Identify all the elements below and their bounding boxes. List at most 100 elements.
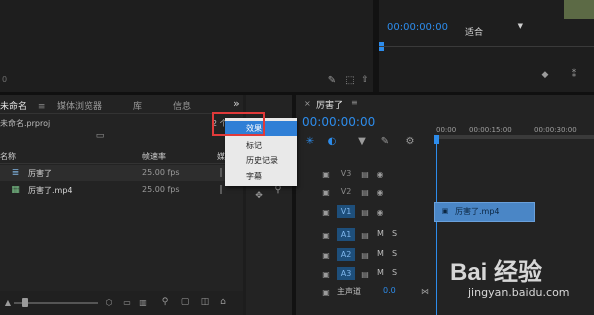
solo-button[interactable]: S: [392, 268, 397, 277]
sequence-tab[interactable]: 厉害了: [316, 98, 343, 111]
source-time-readout: 0: [2, 75, 8, 84]
work-area-bar[interactable]: [434, 135, 594, 139]
track-label[interactable]: A2: [337, 248, 355, 261]
clip-label: 厉害了.mp4: [455, 207, 500, 216]
marker-icon[interactable]: ◆: [540, 70, 550, 80]
solo-button[interactable]: S: [392, 229, 397, 238]
lock-icon[interactable]: ▣: [322, 287, 330, 297]
item-name: 厉害了.mp4: [28, 186, 73, 195]
settings-wrench-icon[interactable]: ✎: [326, 74, 338, 86]
solo-button[interactable]: S: [392, 249, 397, 258]
header-name[interactable]: 名称: [0, 151, 16, 162]
new-bin-icon[interactable]: ▢: [180, 297, 190, 307]
eye-icon[interactable]: ◉: [375, 207, 385, 217]
new-item-icon[interactable]: ◫: [200, 297, 210, 307]
timeline-timecode[interactable]: 00:00:00:00: [302, 115, 375, 129]
source-monitor: 0 ✎ ⬚ ⇧: [0, 0, 373, 92]
fit-dropdown[interactable]: 适合 ▼: [465, 20, 527, 38]
selection-tool-icon[interactable]: ✥: [254, 191, 264, 201]
search-icon[interactable]: ⚲: [160, 297, 170, 307]
tab-media-browser[interactable]: 媒体浏览器: [57, 99, 102, 112]
add-marker-icon[interactable]: ▼: [356, 135, 368, 147]
ruler-label: 00:00:30:00: [534, 126, 577, 134]
sync-lock-icon[interactable]: ▤: [360, 187, 370, 197]
settings-icon[interactable]: ⁑: [569, 70, 579, 80]
project-file-name: 未命名.prproj: [0, 119, 51, 128]
trash-icon[interactable]: ⌂: [218, 297, 228, 307]
sequence-menu-icon[interactable]: ≡: [351, 98, 358, 107]
sync-lock-icon[interactable]: ▤: [360, 169, 370, 179]
eye-icon[interactable]: ◉: [375, 187, 385, 197]
master-value[interactable]: 0.0: [383, 286, 396, 295]
sync-lock-icon[interactable]: ▤: [360, 250, 370, 260]
timeline-settings-icon[interactable]: ✎: [379, 135, 391, 147]
icon-view-icon[interactable]: ▭: [122, 297, 132, 307]
watermark-brand: Bai 经验: [450, 259, 543, 286]
lock-icon[interactable]: ▣: [322, 250, 330, 260]
header-more[interactable]: 媒: [217, 151, 225, 162]
master-label: 主声道: [337, 287, 361, 296]
go-to-end-icon[interactable]: ⋈: [420, 286, 430, 296]
overflow-chevron[interactable]: »: [233, 97, 240, 110]
item-fps: 25.00 fps: [142, 168, 180, 177]
menu-icon: ≡: [37, 102, 46, 112]
lock-icon[interactable]: ▣: [322, 269, 330, 279]
highlight-box: [212, 112, 265, 136]
mute-button[interactable]: M: [377, 249, 384, 258]
export-frame-icon[interactable]: ⬚: [344, 74, 356, 86]
snap-icon[interactable]: ✳: [304, 135, 316, 147]
tab-libraries[interactable]: 库: [133, 99, 142, 112]
item-name: 厉害了: [28, 169, 52, 178]
fit-dropdown-value: 适合: [465, 28, 484, 38]
track-header-column: [316, 160, 432, 315]
close-icon[interactable]: ×: [304, 99, 311, 108]
program-thumbnail: [564, 0, 594, 19]
ruler-label: 00:00:15:00: [469, 126, 512, 134]
zoom-slider-thumb[interactable]: [22, 298, 28, 307]
list-item[interactable]: ▦ 厉害了.mp4 25.00 fps: [0, 182, 243, 198]
watermark: Bai 经验 jingyan.baidu.com: [450, 252, 590, 308]
menu-item-captions[interactable]: 字幕: [246, 171, 262, 182]
clip-icon: ▦: [11, 184, 20, 195]
mute-button[interactable]: M: [377, 229, 384, 238]
sync-lock-icon[interactable]: ▤: [360, 269, 370, 279]
eye-icon[interactable]: ◉: [375, 169, 385, 179]
lock-icon[interactable]: ▣: [322, 230, 330, 240]
lock-icon[interactable]: ▣: [322, 207, 330, 217]
timeline-clip[interactable]: ▣ 厉害了.mp4: [434, 202, 535, 222]
tab-info[interactable]: 信息: [173, 99, 191, 112]
menu-item-markers[interactable]: 标记: [246, 140, 262, 151]
column-header-row: 名称 帧速率 媒: [0, 149, 243, 164]
list-item[interactable]: ≣ 厉害了 25.00 fps: [0, 165, 243, 181]
lock-icon[interactable]: ▣: [322, 187, 330, 197]
sync-lock-icon[interactable]: ▤: [360, 207, 370, 217]
program-scrub-bar[interactable]: [379, 46, 594, 47]
track-label[interactable]: V1: [337, 205, 355, 218]
chevron-down-icon: ▼: [517, 22, 523, 30]
tab-project-label: 未命名: [0, 102, 28, 112]
tab-underline: [0, 113, 243, 114]
track-label[interactable]: A1: [337, 228, 355, 241]
tab-project[interactable]: 未命名 ≡: [0, 99, 45, 112]
menu-item-history[interactable]: 历史记录: [246, 155, 278, 166]
project-bottom-bar: ▲ ⬡ ▭ ▥ ⚲ ▢ ◫ ⌂: [0, 291, 243, 315]
list-view-icon[interactable]: ⬡: [104, 297, 114, 307]
sequence-icon: ≣: [11, 167, 20, 178]
lock-icon[interactable]: ▣: [322, 169, 330, 179]
linked-selection-icon[interactable]: ◐: [326, 135, 338, 147]
caption-icon[interactable]: ⚙: [404, 135, 416, 147]
track-label[interactable]: V2: [337, 185, 355, 198]
program-monitor: 00:00:00:00 适合 ▼ ◆ ⁑: [379, 0, 594, 92]
lock-icon[interactable]: ▲: [4, 297, 12, 307]
insert-icon[interactable]: ⇧: [360, 74, 370, 86]
sync-lock-icon[interactable]: ▤: [360, 230, 370, 240]
timeline-playhead-head[interactable]: [434, 135, 439, 144]
timeline-playhead-line: [436, 144, 437, 315]
new-bin-folder-icon[interactable]: ▭: [94, 131, 106, 141]
mute-button[interactable]: M: [377, 268, 384, 277]
track-label[interactable]: V3: [337, 167, 355, 180]
automate-icon[interactable]: ▥: [138, 297, 148, 307]
project-panel: 未命名 ≡ 媒体浏览器 库 信息 » 未命名.prproj 2 个 ▭ 名称 帧…: [0, 95, 243, 315]
track-label[interactable]: A3: [337, 267, 355, 280]
header-framerate[interactable]: 帧速率: [142, 151, 166, 162]
